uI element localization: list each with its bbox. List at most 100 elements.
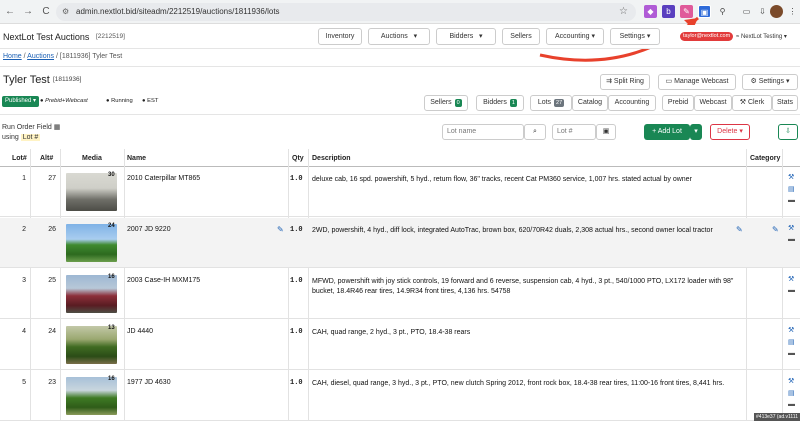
lot-thumbnail[interactable] [66, 173, 117, 211]
col-category[interactable]: Category [750, 155, 780, 162]
site-title[interactable]: NextLot Test Auctions [3, 32, 89, 42]
table-row[interactable]: 4 24 13 JD 4440 1.0 CAH, quad range, 2 h… [0, 320, 800, 370]
alt-number: 26 [48, 226, 56, 233]
browser-menu-icon[interactable]: ⋮ [786, 5, 799, 18]
lot-name[interactable]: 1977 JD 4630 [127, 379, 171, 386]
search-button[interactable]: ⌕ [524, 124, 546, 140]
user-site-label[interactable]: ≈ NextLot Testing ▾ [736, 33, 787, 40]
table-row[interactable]: 5 23 16 1977 JD 4630 1.0 CAH, diesel, qu… [0, 371, 800, 421]
drag-handle-icon[interactable]: ▬ [788, 197, 795, 204]
order-field-tag[interactable]: Lot # [20, 134, 41, 141]
gavel-icon[interactable]: ⚒ [788, 275, 794, 283]
tab-webcast[interactable]: Webcast [694, 95, 732, 111]
copy-icon[interactable]: ▦ [54, 124, 61, 131]
breadcrumb-auctions[interactable]: Auctions [27, 53, 54, 60]
tab-stats[interactable]: Stats [772, 95, 798, 111]
reload-icon[interactable]: C [40, 6, 52, 18]
auction-settings-button[interactable]: ⚙ Settings ▾ [742, 74, 798, 90]
lot-number: 5 [22, 379, 26, 386]
lot-qty: 1.0 [290, 379, 303, 387]
tab-accounting[interactable]: Accounting [608, 95, 656, 111]
export-icon[interactable]: ⇩ [778, 124, 798, 140]
tab-prebid[interactable]: Prebid [662, 95, 694, 111]
lot-thumbnail[interactable] [66, 275, 117, 313]
add-lot-button[interactable]: + Add Lot [644, 124, 690, 140]
lot-name[interactable]: 2003 Case-IH MXM175 [127, 277, 200, 284]
flag-timezone: EST [147, 98, 159, 104]
status-flag: ● Running [106, 98, 133, 104]
lot-description: CAH, diesel, quad range, 3 hyd., 3 pt., … [312, 380, 725, 387]
menu-bidders[interactable]: Bidders ▾ [436, 28, 496, 45]
split-ring-label: Split Ring [613, 78, 644, 85]
drag-handle-icon[interactable]: ▬ [788, 287, 795, 294]
puzzle-icon[interactable]: ⚲ [716, 5, 729, 18]
go-to-lot-button[interactable]: ▣ [596, 124, 616, 140]
lot-description: 2WD, powershift, 4 hyd., diff lock, inte… [312, 227, 713, 234]
menu-settings-label: Settings [619, 33, 645, 40]
lot-name[interactable]: 2007 JD 9220 [127, 226, 171, 233]
col-description: Description [312, 155, 351, 162]
edit-icon[interactable]: ✎ [277, 225, 284, 234]
forward-icon[interactable]: → [22, 6, 34, 18]
download-icon[interactable]: ⇩ [756, 5, 769, 18]
menu-auctions[interactable]: Auctions ▾ [368, 28, 430, 45]
table-row[interactable]: 3 25 16 2003 Case-IH MXM175 1.0 MFWD, po… [0, 269, 800, 319]
user-site-name: NextLot Testing [740, 34, 783, 40]
tab-bidders[interactable]: Bidders 1 [476, 95, 524, 111]
col-lot[interactable]: Lot# [12, 155, 27, 162]
tab-clerk[interactable]: ⚒ Clerk [732, 95, 772, 111]
gavel-icon[interactable]: ⚒ [788, 326, 794, 334]
manage-webcast-button[interactable]: ▭ Manage Webcast [658, 74, 736, 90]
run-order-using: using Lot # [2, 134, 41, 141]
add-lot-dropdown[interactable]: ▾ [690, 124, 702, 140]
status-badge[interactable]: Published ▾ [2, 96, 40, 107]
tab-lots[interactable]: Lots 27 [530, 95, 572, 111]
menu-sellers[interactable]: Sellers [502, 28, 540, 45]
lot-thumbnail[interactable] [66, 326, 117, 364]
document-icon[interactable]: ▤ [788, 185, 795, 193]
edit-icon[interactable]: ✎ [772, 225, 779, 234]
document-icon[interactable]: ▤ [788, 389, 795, 397]
menu-accounting[interactable]: Accounting ▾ [546, 28, 604, 45]
col-alt[interactable]: Alt# [40, 155, 53, 162]
split-ring-button[interactable]: ⇉ Split Ring [600, 74, 650, 90]
gavel-icon[interactable]: ⚒ [788, 377, 794, 385]
lot-qty: 1.0 [290, 328, 303, 336]
site-info-icon[interactable]: ⚙ [62, 7, 69, 16]
lot-name[interactable]: JD 4440 [127, 328, 153, 335]
lot-number-input[interactable]: Lot # [552, 124, 596, 140]
gavel-icon[interactable]: ⚒ [788, 224, 794, 232]
lot-number: 2 [22, 226, 26, 233]
lot-number: 3 [22, 277, 26, 284]
lot-description: deluxe cab, 16 spd. powershift, 5 hyd., … [312, 176, 692, 183]
drag-handle-icon[interactable]: ▬ [788, 401, 795, 408]
gavel-icon[interactable]: ⚒ [788, 173, 794, 181]
flag-mode: Prebid+Webcast [45, 98, 88, 104]
breadcrumb-home[interactable]: Home [3, 53, 22, 60]
lot-thumbnail[interactable] [66, 377, 117, 415]
user-email-badge[interactable]: taylor@nextlot.com [680, 32, 734, 41]
lot-name-input[interactable]: Lot name [442, 124, 524, 140]
drag-handle-icon[interactable]: ▬ [788, 236, 795, 243]
menu-settings[interactable]: Settings ▾ [610, 28, 660, 45]
split-view-icon[interactable]: ▭ [740, 5, 753, 18]
edit-icon[interactable]: ✎ [736, 225, 743, 234]
manage-webcast-label: Manage Webcast [674, 78, 729, 85]
col-name[interactable]: Name [127, 155, 146, 162]
breadcrumb-sep: / [55, 53, 58, 60]
profile-avatar[interactable] [770, 5, 783, 18]
tab-sellers[interactable]: Sellers 0 [424, 95, 468, 111]
menu-inventory[interactable]: Inventory [318, 28, 362, 45]
back-icon[interactable]: ← [4, 6, 16, 18]
drag-handle-icon[interactable]: ▬ [788, 350, 795, 357]
url-text: admin.nextlot.bid/siteadm/2212519/auctio… [76, 7, 280, 16]
menu-auctions-label: Auctions [380, 33, 408, 40]
delete-button[interactable]: Delete ▾ [710, 124, 750, 140]
document-icon[interactable]: ▤ [788, 338, 795, 346]
tab-catalog[interactable]: Catalog [572, 95, 608, 111]
col-qty[interactable]: Qty [292, 155, 304, 162]
table-row[interactable]: 2 26 24 2007 JD 9220 ✎ 1.0 2WD, powershi… [0, 218, 800, 268]
lot-name[interactable]: 2010 Caterpillar MT865 [127, 175, 200, 182]
lot-thumbnail[interactable] [66, 224, 117, 262]
table-row[interactable]: 1 27 30 2010 Caterpillar MT865 1.0 delux… [0, 167, 800, 217]
